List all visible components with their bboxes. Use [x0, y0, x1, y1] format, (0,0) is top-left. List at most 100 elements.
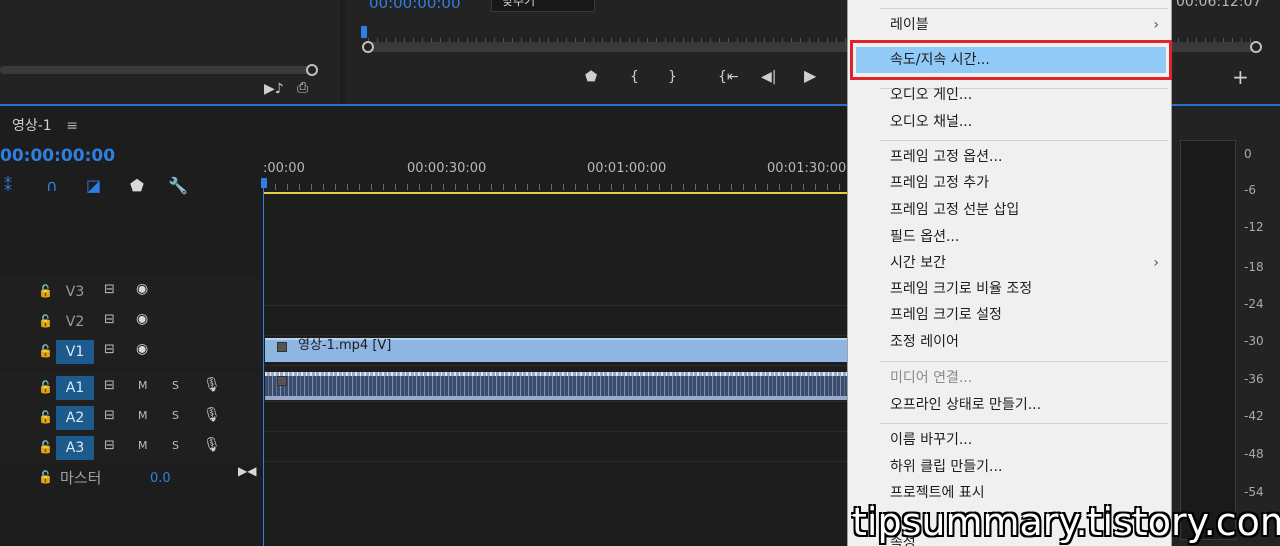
program-zoom-handle-left[interactable]: [362, 41, 374, 53]
nest-sequence-icon[interactable]: ⁑: [4, 176, 12, 195]
lock-icon[interactable]: 🔓: [38, 284, 53, 298]
go-to-in-icon[interactable]: {⇤: [718, 70, 739, 84]
track-header-a1: 🔓 A1 ⊟ M S 🎙: [0, 372, 262, 402]
eye-icon[interactable]: ◉: [136, 341, 148, 357]
ruler-ticks: [263, 184, 847, 190]
sync-lock-icon[interactable]: ⊟: [104, 378, 115, 393]
export-frame-icon[interactable]: ⎙: [297, 81, 308, 95]
track-row-a2: 🔓 A2 ⊟ M S 🎙: [0, 402, 847, 432]
add-marker-icon[interactable]: ⬟: [130, 176, 144, 195]
menu-item-field-options[interactable]: 필드 옵션...: [848, 224, 1173, 250]
submenu-arrow-icon: ›: [1153, 17, 1159, 33]
microphone-icon[interactable]: 🎙: [203, 407, 221, 423]
menu-item-speed-duration[interactable]: 속도/지속 시간...: [856, 47, 1166, 73]
menu-item-add-frame-hold[interactable]: 프레임 고정 추가: [848, 170, 1173, 196]
premiere-window: ▶♪ ⎙ 00:00:00:00 맞추기 00:06:12:07 ⬟ { } {…: [0, 0, 1280, 546]
timeline-playhead[interactable]: [263, 186, 264, 546]
meter-label: -42: [1244, 409, 1264, 423]
step-back-icon[interactable]: ◀|: [761, 70, 776, 84]
menu-item-text: 레이블: [890, 17, 929, 33]
work-area-bar[interactable]: [263, 192, 847, 194]
eye-icon[interactable]: ◉: [136, 281, 148, 297]
menu-item-time-interpolation[interactable]: 시간 보간 ›: [848, 250, 1173, 276]
eye-icon[interactable]: ◉: [136, 311, 148, 327]
track-target-v2[interactable]: V2: [56, 310, 94, 334]
menu-item-scale-to-frame-size[interactable]: 프레임 크기로 비율 조정: [848, 276, 1173, 302]
program-zoom-handle-right[interactable]: [1250, 41, 1262, 53]
lock-icon[interactable]: 🔓: [38, 470, 53, 484]
meter-label: -54: [1244, 485, 1264, 499]
linked-selection-icon[interactable]: ◪: [86, 176, 101, 195]
mark-in-icon[interactable]: {: [630, 70, 639, 84]
fit-zoom-select[interactable]: 맞추기: [491, 0, 595, 12]
button-editor-add-icon[interactable]: +: [1232, 67, 1249, 87]
mute-button[interactable]: M: [138, 439, 148, 452]
playhead-handle[interactable]: [261, 178, 267, 188]
track-target-v3[interactable]: V3: [56, 280, 94, 304]
lock-icon[interactable]: 🔓: [38, 410, 53, 424]
timeline-tab[interactable]: 영상-1 ≡: [12, 115, 78, 135]
track-row-v3: 🔓 V3 ⊟ ◉: [0, 276, 847, 306]
sync-lock-icon[interactable]: ⊟: [104, 438, 115, 453]
menu-item-link-media: 미디어 연결...: [890, 370, 973, 386]
time-ruler[interactable]: [263, 156, 847, 196]
master-volume-value[interactable]: 0.0: [150, 471, 171, 486]
solo-button[interactable]: S: [172, 439, 179, 452]
timeline-tab-label: 영상-1: [12, 118, 52, 134]
source-zoom-handle[interactable]: [306, 64, 318, 76]
add-marker-icon[interactable]: ⬟: [585, 70, 597, 84]
ruler-label: 00:01:30:00: [767, 161, 847, 176]
program-duration: 00:06:12:07: [1176, 0, 1262, 10]
solo-button[interactable]: S: [172, 409, 179, 422]
mute-button[interactable]: M: [138, 379, 148, 392]
menu-item-rename[interactable]: 이름 바꾸기...: [848, 427, 1173, 453]
sync-lock-icon[interactable]: ⊟: [104, 342, 115, 357]
lock-icon[interactable]: 🔓: [38, 440, 53, 454]
audio-waveform: [265, 376, 847, 396]
solo-button[interactable]: S: [172, 379, 179, 392]
menu-item-set-to-frame-size[interactable]: 프레임 크기로 설정: [848, 302, 1173, 328]
menu-separator: [880, 361, 1168, 362]
source-scrub-bar[interactable]: [0, 66, 312, 74]
snap-magnet-icon[interactable]: ∩: [46, 176, 58, 195]
sync-lock-icon[interactable]: ⊟: [104, 312, 115, 327]
menu-item-make-offline[interactable]: 오프라인 상태로 만들기...: [848, 392, 1173, 418]
track-target-v1[interactable]: V1: [56, 340, 94, 364]
video-clip-name: 영상-1.mp4 [V]: [298, 338, 392, 353]
menu-item-make-subclip[interactable]: 하위 클립 만들기...: [848, 454, 1173, 480]
go-to-end-icon[interactable]: ▶◀: [238, 464, 256, 478]
meter-label: -6: [1244, 183, 1256, 197]
ruler-label: 00:00:30:00: [407, 161, 487, 176]
track-header-v3: 🔓 V3 ⊟ ◉: [0, 276, 262, 306]
play-icon[interactable]: ▶: [804, 68, 816, 84]
timeline-timecode[interactable]: 00:00:00:00: [0, 146, 115, 166]
track-header-v2: 🔓 V2 ⊟ ◉: [0, 306, 262, 336]
sync-lock-icon[interactable]: ⊟: [104, 282, 115, 297]
clip-context-menu: 레이블 › 오디오 게인... 오디오 채널... 프레임 고정 옵션... 프…: [847, 0, 1172, 546]
lock-icon[interactable]: 🔓: [38, 314, 53, 328]
sync-lock-icon[interactable]: ⊟: [104, 408, 115, 423]
menu-item-audio-gain[interactable]: 오디오 게인...: [848, 82, 1173, 108]
menu-item-audio-channels[interactable]: 오디오 채널...: [848, 109, 1173, 135]
microphone-icon[interactable]: 🎙: [203, 377, 221, 393]
lock-icon[interactable]: 🔓: [38, 380, 53, 394]
program-timecode[interactable]: 00:00:00:00: [369, 0, 461, 12]
menu-item-insert-frame-hold-segment[interactable]: 프레임 고정 선분 삽입: [848, 197, 1173, 223]
mute-button[interactable]: M: [138, 409, 148, 422]
meter-label: -18: [1244, 260, 1264, 274]
track-header-v1: 🔓 V1 ⊟ ◉: [0, 336, 262, 366]
fx-badge-icon: [277, 342, 287, 352]
program-playhead[interactable]: [361, 26, 367, 38]
mark-out-icon[interactable]: }: [668, 70, 677, 84]
hamburger-icon[interactable]: ≡: [66, 118, 78, 134]
export-audio-icon[interactable]: ▶♪: [264, 82, 284, 96]
menu-item-adjustment-layer[interactable]: 조정 레이어: [848, 329, 1173, 355]
menu-item-frame-hold-options[interactable]: 프레임 고정 옵션...: [848, 144, 1173, 170]
lock-icon[interactable]: 🔓: [38, 344, 53, 358]
microphone-icon[interactable]: 🎙: [203, 437, 221, 453]
wrench-settings-icon[interactable]: 🔧: [168, 176, 188, 195]
track-target-a1[interactable]: A1: [56, 376, 94, 400]
menu-item-label[interactable]: 레이블 ›: [848, 12, 1173, 38]
track-target-a2[interactable]: A2: [56, 406, 94, 430]
track-target-a3[interactable]: A3: [56, 436, 94, 460]
